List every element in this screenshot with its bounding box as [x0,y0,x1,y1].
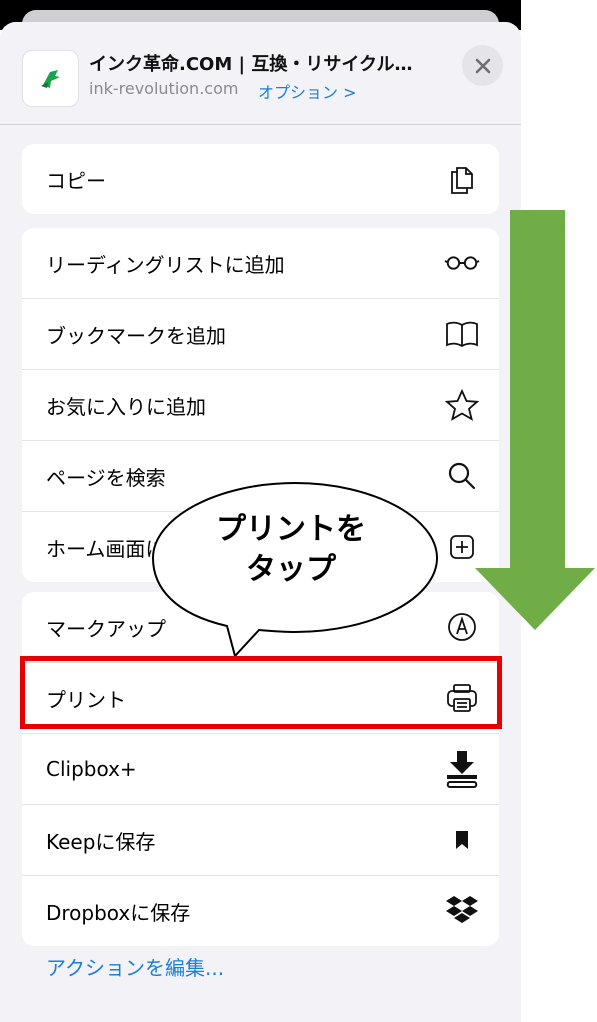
action-add-bookmark[interactable]: ブックマークを追加 [22,299,499,370]
close-button[interactable] [462,45,503,86]
action-label: ブックマークを追加 [46,323,226,348]
action-label: Clipbox+ [46,757,137,781]
print-highlight-box [20,656,502,729]
callout-text: プリントを タップ [196,510,386,590]
scroll-down-arrow [475,210,595,630]
options-link[interactable]: オプション > [258,79,357,103]
action-copy[interactable]: コピー [22,144,499,214]
action-clipbox[interactable]: Clipbox+ [22,734,499,805]
action-label: Dropboxに保存 [46,900,191,925]
copy-icon [443,160,481,198]
bookmark-flag-icon [443,821,481,859]
site-domain: ink-revolution.com [89,79,239,98]
action-label: コピー [46,168,106,193]
action-dropbox[interactable]: Dropboxに保存 [22,876,499,946]
action-reading-list[interactable]: リーディングリストに追加 [22,228,499,299]
close-icon [475,58,490,73]
action-label: お気に入りに追加 [46,394,206,419]
action-keep[interactable]: Keepに保存 [22,805,499,876]
site-title: インク革命.COM | 互換・リサイクル… [89,54,413,75]
action-label: Keepに保存 [46,829,156,854]
dropbox-icon [443,892,481,930]
callout-line-2: タップ [246,552,336,587]
callout-line-1: プリントを [216,512,366,547]
action-add-favorite[interactable]: お気に入りに追加 [22,370,499,441]
action-group-copy: コピー [22,144,499,214]
download-clip-icon [443,750,481,788]
site-favicon [22,50,79,107]
share-header: インク革命.COM | 互換・リサイクル… ink-revolution.com… [0,22,521,125]
action-label: リーディングリストに追加 [46,252,285,277]
edit-actions-link[interactable]: アクションを編集... [46,952,224,981]
